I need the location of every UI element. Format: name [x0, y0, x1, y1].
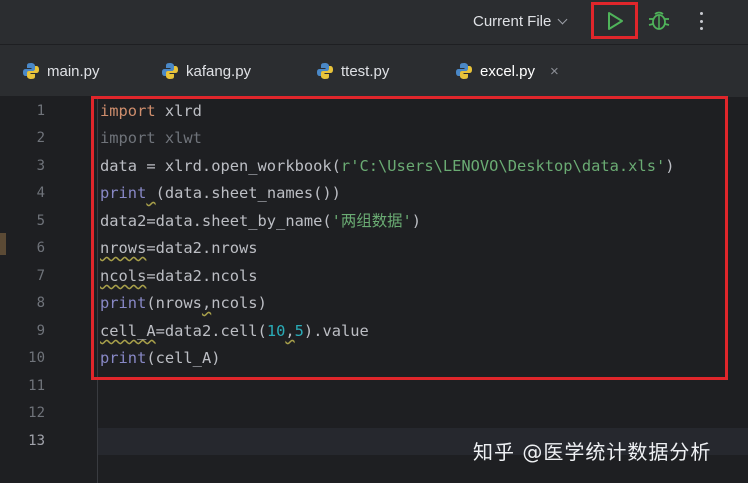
- tab-kafang-py[interactable]: kafang.py: [161, 45, 251, 97]
- line-number: 5: [36, 213, 45, 229]
- run-configuration-label: Current File: [473, 12, 552, 30]
- line-number: 4: [36, 185, 45, 201]
- run-button[interactable]: [591, 2, 638, 39]
- line-number: 10: [28, 350, 45, 366]
- chevron-down-icon: [557, 14, 568, 24]
- play-icon: [607, 11, 623, 30]
- tab-excel-py[interactable]: excel.py ×: [455, 45, 559, 97]
- line-number: 8: [36, 295, 45, 311]
- bug-icon: [648, 11, 670, 30]
- line-number: 7: [36, 268, 45, 284]
- tab-main-py[interactable]: main.py: [22, 45, 100, 97]
- main-toolbar: Current File: [0, 0, 748, 44]
- python-icon: [162, 63, 178, 79]
- line-number: 12: [28, 405, 45, 421]
- debug-button[interactable]: [648, 8, 670, 32]
- line-number: 6: [36, 240, 45, 256]
- tab-label: kafang.py: [186, 62, 252, 80]
- line-number: 1: [36, 103, 45, 119]
- line-number: 3: [36, 158, 45, 174]
- line-number: 13: [28, 433, 45, 449]
- line-number: 9: [36, 323, 45, 339]
- tab-ttest-py[interactable]: ttest.py: [316, 45, 389, 97]
- close-icon[interactable]: ×: [550, 63, 559, 80]
- tab-label: ttest.py: [341, 62, 390, 80]
- highlight-box: [91, 96, 728, 380]
- tab-label: excel.py: [480, 62, 536, 80]
- editor-tab-bar: main.py kafang.py ttest.py excel.py ×: [0, 44, 748, 97]
- python-icon: [456, 63, 472, 79]
- python-icon: [23, 63, 39, 79]
- line-number: 2: [36, 130, 45, 146]
- watermark: 知乎 @医学统计数据分析: [473, 440, 712, 464]
- python-icon: [317, 63, 333, 79]
- run-configuration-selector[interactable]: Current File: [473, 10, 568, 32]
- more-options-icon[interactable]: [694, 10, 708, 32]
- tab-label: main.py: [47, 62, 100, 80]
- line-number: 11: [28, 378, 45, 394]
